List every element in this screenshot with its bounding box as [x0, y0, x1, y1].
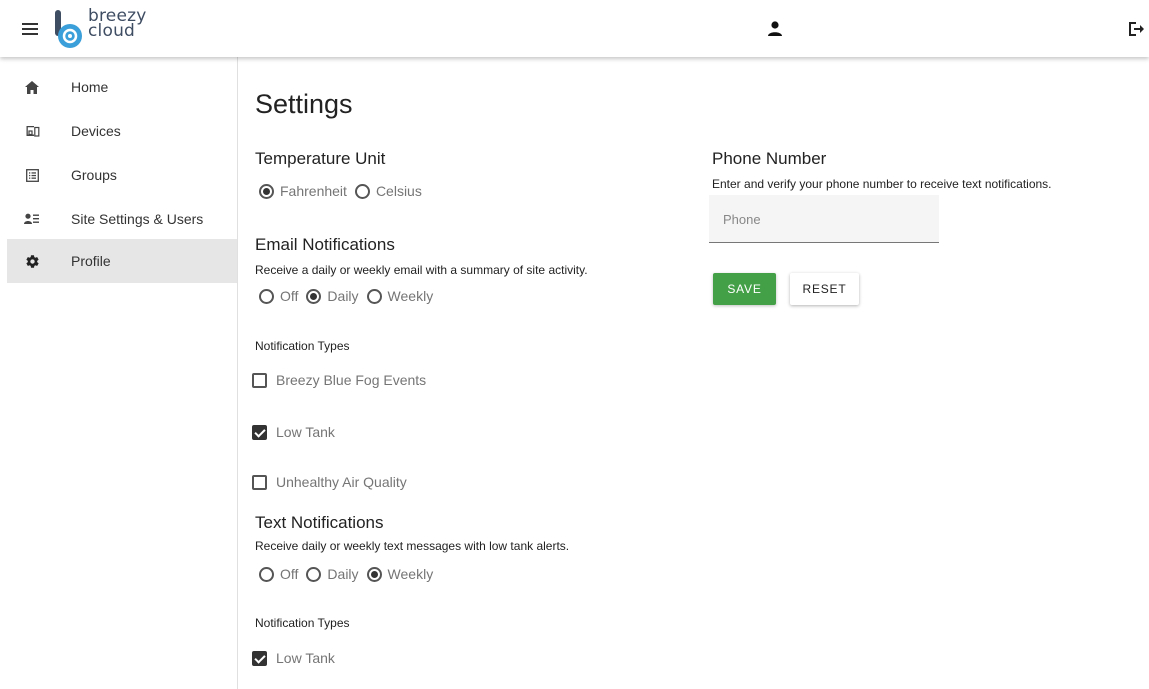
sidebar-item-home[interactable]: Home	[7, 65, 237, 109]
radio-email-weekly[interactable]	[366, 288, 382, 304]
radio-text-weekly[interactable]	[366, 566, 382, 582]
save-button[interactable]: SAVE	[713, 273, 776, 305]
text-notifications-heading: Text Notifications	[255, 513, 384, 532]
sidebar-item-label: Profile	[71, 253, 111, 269]
gear-icon	[24, 253, 40, 269]
menu-icon[interactable]	[22, 23, 38, 35]
email-notifications-heading: Email Notifications	[255, 235, 395, 254]
phone-input[interactable]	[709, 195, 937, 243]
settings-panel: Settings Temperature Unit Fahrenheit Cel…	[238, 57, 1149, 689]
checkbox-text-low-tank[interactable]	[252, 650, 267, 666]
checkbox-email-low-tank[interactable]	[252, 424, 267, 440]
sidebar-item-devices[interactable]: Devices	[7, 109, 237, 153]
email-notification-types-label: Notification Types	[255, 339, 350, 353]
radio-label: Weekly	[387, 288, 434, 304]
radio-celsius[interactable]	[354, 183, 370, 199]
checkbox-row: Low Tank	[252, 424, 335, 440]
email-radio-group: Off Daily Weekly	[259, 288, 441, 304]
groups-icon	[24, 167, 40, 183]
radio-email-daily[interactable]	[306, 288, 322, 304]
phone-description: Enter and verify your phone number to re…	[712, 177, 1052, 191]
checkbox-row: Low Tank	[252, 650, 335, 666]
text-description: Receive daily or weekly text messages wi…	[255, 539, 570, 553]
phone-number-heading: Phone Number	[712, 149, 827, 168]
text-radio-group: Off Daily Weekly	[259, 566, 441, 582]
radio-label: Celsius	[375, 183, 422, 199]
app-bar: breezy cloud	[0, 0, 1149, 57]
sidebar-item-label: Groups	[71, 167, 117, 183]
home-icon	[24, 79, 40, 95]
radio-fahrenheit[interactable]	[259, 183, 274, 199]
checkbox-row: Unhealthy Air Quality	[252, 474, 407, 490]
user-icon[interactable]	[768, 21, 782, 37]
radio-email-off[interactable]	[259, 288, 274, 304]
radio-label: Fahrenheit	[280, 183, 347, 199]
logout-icon[interactable]	[1127, 20, 1145, 38]
checkbox-label: Low Tank	[276, 424, 335, 440]
sidebar-item-label: Home	[71, 79, 109, 95]
checkbox-label: Unhealthy Air Quality	[276, 474, 407, 490]
logo-text-cloud: cloud	[88, 21, 136, 41]
checkbox-label: Breezy Blue Fog Events	[276, 372, 427, 388]
checkbox-label: Low Tank	[276, 650, 335, 666]
page-title: Settings	[255, 89, 353, 119]
temperature-radio-group: Fahrenheit Celsius	[259, 183, 430, 199]
devices-icon	[24, 123, 40, 139]
site-settings-icon	[24, 211, 40, 227]
radio-label: Weekly	[387, 566, 434, 582]
sidebar-item-site-settings[interactable]: Site Settings & Users	[7, 197, 237, 241]
radio-text-off[interactable]	[259, 566, 274, 582]
reset-button[interactable]: RESET	[790, 273, 859, 305]
sidebar: Home Devices Groups Site Settings & User…	[0, 57, 238, 689]
temperature-heading: Temperature Unit	[255, 149, 386, 168]
radio-text-daily[interactable]	[306, 566, 322, 582]
radio-label: Off	[280, 566, 299, 582]
email-description: Receive a daily or weekly email with a s…	[255, 263, 588, 277]
checkbox-unhealthy-air-quality[interactable]	[252, 474, 267, 490]
radio-label: Off	[280, 288, 299, 304]
text-notification-types-label: Notification Types	[255, 616, 350, 630]
radio-label: Daily	[327, 288, 359, 304]
sidebar-item-groups[interactable]: Groups	[7, 153, 237, 197]
sidebar-item-label: Devices	[71, 123, 121, 139]
phone-field[interactable]	[709, 195, 939, 243]
checkbox-row: Breezy Blue Fog Events	[252, 372, 426, 388]
sidebar-item-profile[interactable]: Profile	[7, 239, 237, 283]
radio-label: Daily	[327, 566, 359, 582]
logo-mark	[55, 10, 82, 48]
sidebar-item-label: Site Settings & Users	[71, 211, 204, 227]
checkbox-breezy-blue-fog-events[interactable]	[252, 372, 267, 388]
logo[interactable]: breezy cloud	[52, 6, 146, 50]
